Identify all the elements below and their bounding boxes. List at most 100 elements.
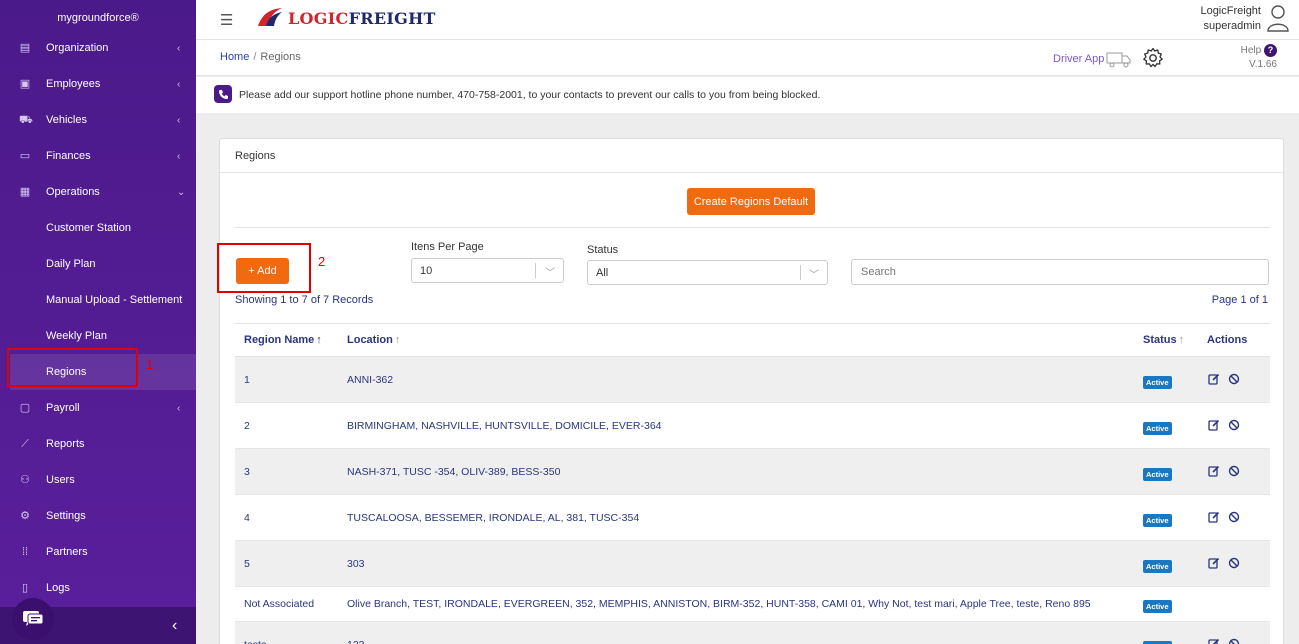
disable-icon[interactable] [1228, 638, 1240, 644]
sidebar-subitem-daily-plan[interactable]: Daily Plan [0, 246, 196, 282]
users-icon: ⚇ [20, 474, 30, 486]
column-header-location[interactable]: Location ↑ [347, 334, 400, 346]
cell-location: Olive Branch, TEST, IRONDALE, EVERGREEN,… [347, 598, 1091, 610]
sort-arrow-icon[interactable]: ↑ [395, 334, 401, 346]
cell-region-name: 4 [244, 512, 250, 524]
edit-icon[interactable] [1208, 465, 1220, 477]
cell-location: ANNI-362 [347, 374, 394, 386]
truck-icon [1106, 52, 1131, 68]
breadcrumb: Home / Regions [220, 51, 301, 63]
table-row: 4 TUSCALOOSA, BESSEMER, IRONDALE, AL, 381… [235, 495, 1270, 541]
items-per-page-value: 10 [420, 265, 433, 277]
logicfreight-logo: LOGICFREIGHT [256, 6, 436, 30]
id-card-icon: ▣ [19, 78, 31, 90]
sidebar-item-label: Vehicles [46, 114, 87, 126]
disable-icon[interactable] [1228, 419, 1240, 431]
search-input[interactable] [851, 259, 1269, 285]
status-filter-label: Status [587, 244, 619, 256]
chevron-left-icon: ‹ [177, 402, 181, 414]
help-area[interactable]: Help ? V.1.66 [1241, 44, 1277, 72]
status-badge: Active [1143, 422, 1172, 435]
table-row: 3 NASH-371, TUSC -354, OLIV-389, BESS-350… [235, 449, 1270, 495]
edit-icon[interactable] [1208, 419, 1220, 431]
sort-arrow-icon[interactable]: ↑ [1179, 334, 1185, 346]
column-header-region-name[interactable]: Region Name ↑ [244, 334, 322, 346]
status-badge: Active [1143, 560, 1172, 573]
gear-icon: ⚙ [20, 510, 30, 522]
chevron-left-icon: ‹ [177, 42, 181, 54]
chart-line-icon: ⟋ [21, 438, 29, 450]
sidebar-item-label: Organization [46, 42, 109, 54]
company-name: LogicFreight [1200, 5, 1261, 17]
regions-card: Regions Create Regions Default + Add Ite… [219, 138, 1284, 644]
chevron-left-icon: ‹ [177, 78, 181, 90]
sidebar-item-label: Finances [46, 150, 91, 162]
payroll-icon: ▢ [19, 402, 31, 414]
edit-icon[interactable] [1208, 557, 1220, 569]
cell-region-name: teste [244, 639, 267, 644]
sidebar-item-settings[interactable]: ⚙ Settings [0, 498, 196, 534]
sidebar-item-payroll[interactable]: ▢ Payroll ‹ [0, 390, 196, 426]
version-label: V.1.66 [1249, 59, 1277, 70]
sidebar-item-users[interactable]: ⚇ Users [0, 462, 196, 498]
grid-icon: ⁞⁞ [21, 546, 29, 558]
user-menu[interactable]: LogicFreight superadmin [1200, 4, 1289, 35]
disable-icon[interactable] [1228, 557, 1240, 569]
divider [235, 227, 1270, 228]
records-summary: Showing 1 to 7 of 7 Records [235, 294, 374, 306]
sidebar-item-organization[interactable]: ▤ Organization ‹ [0, 30, 196, 66]
breadcrumb-home-link[interactable]: Home [220, 51, 249, 63]
cell-location: TUSCALOOSA, BESSEMER, IRONDALE, AL, 381,… [347, 512, 640, 524]
menu-icon[interactable]: ☰ [220, 11, 233, 29]
column-header-actions: Actions [1207, 334, 1248, 346]
disable-icon[interactable] [1228, 511, 1240, 523]
sidebar-item-label: Settings [46, 510, 86, 522]
sidebar-item-employees[interactable]: ▣ Employees ‹ [0, 66, 196, 102]
sidebar-item-label: Weekly Plan [46, 330, 107, 342]
items-per-page-select[interactable]: 10 ﹀ [411, 258, 564, 283]
sort-arrow-icon[interactable]: ↑ [316, 334, 322, 346]
clipboard-icon: ▯ [21, 582, 29, 594]
sidebar-item-vehicles[interactable]: ⛟ Vehicles ‹ [0, 102, 196, 138]
sidebar-item-partners[interactable]: ⁞⁞ Partners [0, 534, 196, 570]
sidebar-item-operations[interactable]: ▦ Operations ⌄ [0, 174, 196, 210]
help-question-icon[interactable]: ? [1264, 44, 1277, 57]
help-label[interactable]: Help [1241, 45, 1262, 56]
sidebar-item-label: Customer Station [46, 222, 131, 234]
create-regions-default-button[interactable]: Create Regions Default [687, 188, 815, 215]
edit-icon[interactable] [1208, 638, 1220, 644]
phone-icon [214, 85, 232, 103]
card-title: Regions [220, 139, 1283, 173]
sidebar-item-label: Manual Upload - Settlement [46, 294, 183, 306]
sidebar-subitem-manual-upload-settlement[interactable]: Manual Upload - Settlement [0, 282, 196, 318]
sidebar-item-label: Partners [46, 546, 88, 558]
edit-icon[interactable] [1208, 373, 1220, 385]
cell-location: BIRMINGHAM, NASHVILLE, HUNTSVILLE, DOMIC… [347, 420, 662, 432]
edit-icon[interactable] [1208, 511, 1220, 523]
user-avatar-icon[interactable] [1267, 4, 1289, 35]
chat-icon[interactable] [12, 598, 54, 640]
logo-text-logic: LOGIC [288, 8, 349, 28]
sidebar-item-finances[interactable]: ▭ Finances ‹ [0, 138, 196, 174]
sidebar-subitem-customer-station[interactable]: Customer Station [0, 210, 196, 246]
column-header-status[interactable]: Status ↑ [1143, 334, 1184, 346]
settings-gear-icon[interactable] [1142, 47, 1164, 72]
building-icon: ▤ [19, 42, 31, 54]
collapse-sidebar-icon[interactable]: ‹ [172, 617, 177, 635]
sidebar-item-label: Payroll [46, 402, 80, 414]
disable-icon[interactable] [1228, 373, 1240, 385]
chevron-down-icon: ﹀ [545, 268, 555, 279]
cell-location: 303 [347, 558, 365, 570]
driver-app-link[interactable]: Driver App [1053, 50, 1132, 68]
sidebar-item-label: Logs [46, 582, 70, 594]
table-header: Region Name ↑ Location ↑ Status ↑ Actions [235, 323, 1270, 357]
sidebar-item-reports[interactable]: ⟋ Reports [0, 426, 196, 462]
disable-icon[interactable] [1228, 465, 1240, 477]
breadcrumb-separator: / [253, 51, 257, 63]
status-badge: Active [1143, 514, 1172, 527]
chevron-left-icon: ‹ [177, 114, 181, 126]
cell-region-name: 3 [244, 466, 250, 478]
status-filter-select[interactable]: All ﹀ [587, 260, 828, 285]
chevron-left-icon: ‹ [177, 150, 181, 162]
table-row: 1 ANNI-362 Active [235, 357, 1270, 403]
